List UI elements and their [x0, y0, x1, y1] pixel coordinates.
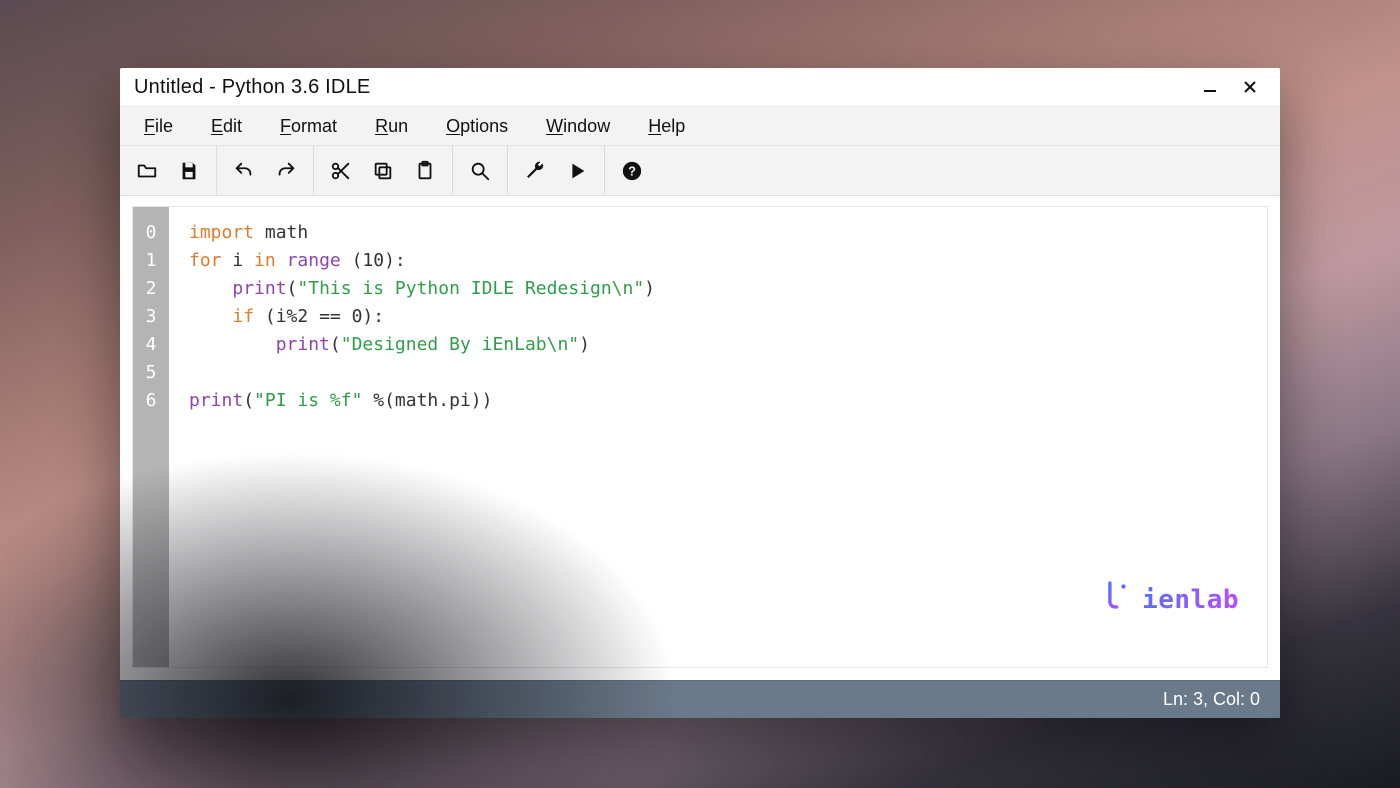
statusbar: Ln: 3, Col: 0	[120, 680, 1280, 718]
code-line: import math	[189, 219, 1251, 247]
settings-button[interactable]	[516, 152, 554, 190]
help-icon: ?	[621, 160, 643, 182]
toolbar: ?	[120, 146, 1280, 196]
save-icon	[178, 160, 200, 182]
cut-button[interactable]	[322, 152, 360, 190]
copy-button[interactable]	[364, 152, 402, 190]
editor-area: 0 1 2 3 4 5 6 import mathfor i in range …	[120, 196, 1280, 680]
help-button[interactable]: ?	[613, 152, 651, 190]
paste-button[interactable]	[406, 152, 444, 190]
menu-help[interactable]: Help	[634, 110, 699, 143]
undo-icon	[233, 160, 255, 182]
logo-icon	[968, 550, 1132, 649]
menu-format[interactable]: Format	[266, 110, 351, 143]
scissors-icon	[330, 160, 352, 182]
run-button[interactable]	[558, 152, 596, 190]
menu-window[interactable]: Window	[532, 110, 624, 143]
logo-text: ienlab	[1142, 586, 1239, 614]
redo-button[interactable]	[267, 152, 305, 190]
wrench-icon	[524, 160, 546, 182]
window-title: Untitled - Python 3.6 IDLE	[134, 76, 370, 99]
close-icon	[1242, 79, 1258, 95]
code-view[interactable]: import mathfor i in range (10): print("T…	[169, 207, 1267, 667]
close-button[interactable]	[1230, 68, 1270, 106]
search-button[interactable]	[461, 152, 499, 190]
minimize-button[interactable]	[1190, 68, 1230, 106]
undo-button[interactable]	[225, 152, 263, 190]
svg-text:?: ?	[628, 163, 636, 178]
minimize-icon	[1202, 79, 1218, 95]
redo-icon	[275, 160, 297, 182]
menu-edit[interactable]: Edit	[197, 110, 256, 143]
folder-icon	[136, 160, 158, 182]
play-icon	[566, 160, 588, 182]
menu-file[interactable]: File	[130, 110, 187, 143]
line-gutter: 0 1 2 3 4 5 6	[133, 207, 169, 667]
save-button[interactable]	[170, 152, 208, 190]
code-line: print("This is Python IDLE Redesign\n")	[189, 275, 1251, 303]
code-line: for i in range (10):	[189, 247, 1251, 275]
watermark: ienlab	[968, 550, 1239, 649]
menu-options[interactable]: Options	[432, 110, 522, 143]
editor[interactable]: 0 1 2 3 4 5 6 import mathfor i in range …	[132, 206, 1268, 668]
copy-icon	[372, 160, 394, 182]
code-line: print("PI is %f" %(math.pi))	[189, 387, 1251, 415]
open-button[interactable]	[128, 152, 166, 190]
menubar: File Edit Format Run Options Window Help	[120, 106, 1280, 146]
code-line: if (i%2 == 0):	[189, 303, 1251, 331]
menu-run[interactable]: Run	[361, 110, 422, 143]
idle-window: Untitled - Python 3.6 IDLE File Edit For…	[120, 68, 1280, 718]
search-icon	[469, 160, 491, 182]
titlebar[interactable]: Untitled - Python 3.6 IDLE	[120, 68, 1280, 106]
code-line: print("Designed By iEnLab\n")	[189, 331, 1251, 359]
clipboard-icon	[414, 160, 436, 182]
code-line	[189, 359, 1251, 387]
cursor-position: Ln: 3, Col: 0	[1163, 689, 1260, 710]
